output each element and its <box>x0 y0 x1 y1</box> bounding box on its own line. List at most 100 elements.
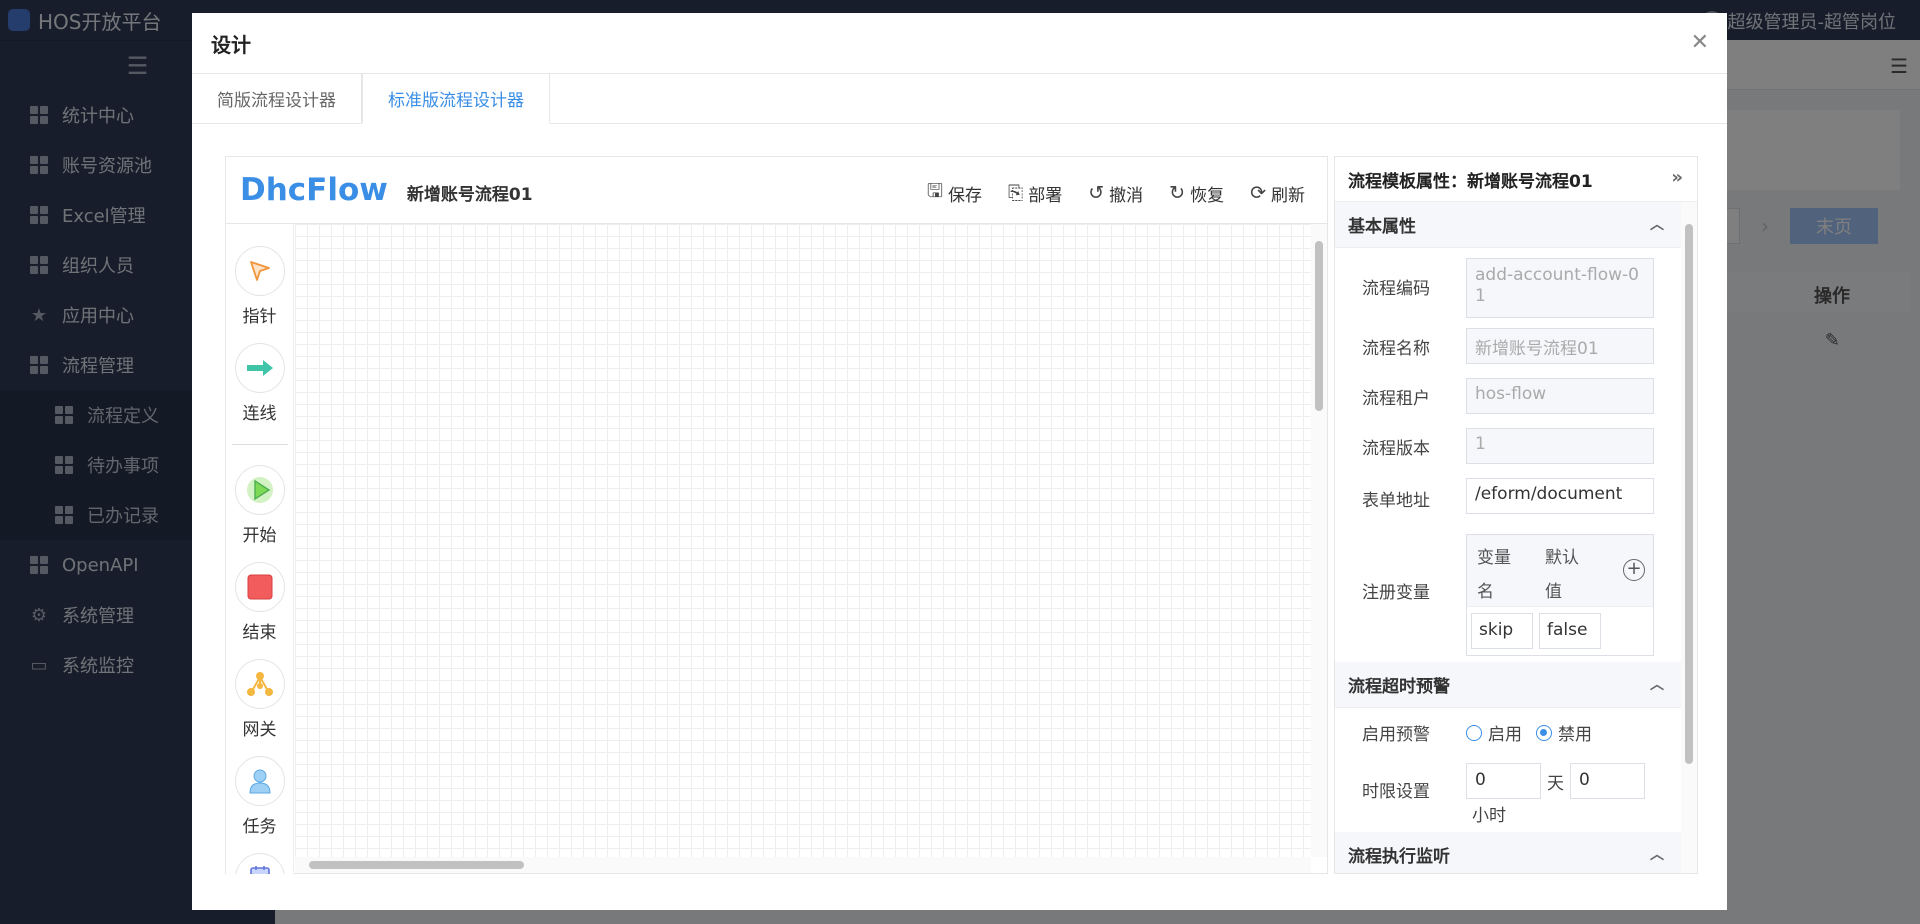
field-form-url: 表单地址 /eform/document <box>1335 478 1682 514</box>
undo-button[interactable]: ↺ 撤消 <box>1088 177 1143 209</box>
variable-default-input[interactable]: false <box>1539 613 1601 649</box>
days-input[interactable]: 0 <box>1466 763 1541 799</box>
palette-connector[interactable]: 连线 <box>226 343 293 424</box>
radio-selected-icon <box>1536 724 1552 741</box>
refresh-icon: ⟳ <box>1250 182 1266 204</box>
properties-scrollbar[interactable] <box>1681 202 1697 873</box>
scroll-thumb[interactable] <box>1315 241 1323 411</box>
flow-designer: DhcFlow 新增账号流程01 🖫 保存 ⎘ 部署 ↺ 撤消 ↻ 恢复 ⟳ 刷新 指针 <box>225 156 1328 874</box>
field-label: 流程版本 <box>1362 439 1430 459</box>
variable-row: skip false <box>1467 607 1653 655</box>
undo-label: 撤消 <box>1109 185 1144 206</box>
column-var-name: 变量名 <box>1477 548 1511 602</box>
palette-divider <box>231 444 288 445</box>
redo-button[interactable]: ↻ 恢复 <box>1169 177 1224 209</box>
field-name: 流程名称 新增账号流程01 <box>1335 328 1682 364</box>
end-icon <box>234 562 285 612</box>
deploy-icon: ⎘ <box>1008 182 1024 204</box>
tab-standard-designer[interactable]: 标准版流程设计器 <box>362 74 550 124</box>
radio-icon <box>1466 724 1482 741</box>
palette-label: 开始 <box>242 526 277 546</box>
field-code: 流程编码 add-account-flow-01 <box>1335 258 1682 318</box>
add-variable-icon[interactable]: + <box>1623 559 1645 581</box>
palette-copy[interactable]: 抄送 <box>226 853 293 874</box>
flow-name: 新增账号流程01 <box>406 184 533 205</box>
hours-unit: 小时 <box>1472 806 1506 826</box>
radio-label: 禁用 <box>1558 725 1592 745</box>
collapse-panel-icon[interactable]: » <box>1671 167 1683 188</box>
redo-icon: ↻ <box>1169 182 1186 204</box>
name-input: 新增账号流程01 <box>1466 328 1654 364</box>
section-listener[interactable]: 流程执行监听 ︿ <box>1335 832 1682 873</box>
designer-brand: DhcFlow <box>240 172 388 208</box>
field-label: 注册变量 <box>1362 583 1430 603</box>
chevron-up-icon: ︿ <box>1650 217 1664 233</box>
scroll-thumb[interactable] <box>309 861 524 869</box>
modal-header: 设计 ✕ <box>192 13 1727 74</box>
task-icon <box>234 756 285 806</box>
field-label: 启用预警 <box>1362 725 1430 745</box>
palette-start[interactable]: 开始 <box>226 465 293 546</box>
designer-tabs: 简版流程设计器 标准版流程设计器 <box>192 74 1727 124</box>
palette-task[interactable]: 任务 <box>226 756 293 837</box>
form-url-textarea[interactable]: /eform/document <box>1466 478 1654 514</box>
save-label: 保存 <box>948 185 983 206</box>
close-icon[interactable]: ✕ <box>1691 30 1709 55</box>
pointer-icon <box>234 246 285 296</box>
save-button[interactable]: 🖫 保存 <box>927 177 982 209</box>
palette-gateway[interactable]: 网关 <box>226 659 293 740</box>
field-label: 流程名称 <box>1362 339 1430 359</box>
refresh-button[interactable]: ⟳ 刷新 <box>1250 177 1305 209</box>
design-modal: 设计 ✕ 简版流程设计器 标准版流程设计器 DhcFlow 新增账号流程01 🖫… <box>192 13 1727 910</box>
deploy-button[interactable]: ⎘ 部署 <box>1008 177 1062 209</box>
hours-input[interactable]: 0 <box>1570 763 1645 799</box>
undo-icon: ↺ <box>1088 182 1105 204</box>
designer-toolbar: DhcFlow 新增账号流程01 🖫 保存 ⎘ 部署 ↺ 撤消 ↻ 恢复 ⟳ 刷新 <box>226 157 1327 224</box>
refresh-label: 刷新 <box>1271 185 1305 206</box>
palette-pointer[interactable]: 指针 <box>226 246 293 327</box>
palette-label: 指针 <box>242 307 277 327</box>
field-label: 流程租户 <box>1362 389 1430 409</box>
palette-label: 任务 <box>242 817 277 837</box>
gateway-icon <box>234 659 285 709</box>
code-input: add-account-flow-01 <box>1466 258 1654 318</box>
version-input: 1 <box>1466 428 1654 464</box>
deploy-label: 部署 <box>1028 185 1063 206</box>
days-unit: 天 <box>1547 773 1564 794</box>
section-title: 流程执行监听 <box>1348 847 1450 867</box>
scroll-thumb[interactable] <box>1685 224 1693 764</box>
field-label: 流程编码 <box>1362 279 1430 299</box>
time-limit-group: 0 天 0 小时 <box>1466 763 1645 826</box>
start-icon <box>234 465 285 515</box>
copy-icon <box>234 853 285 874</box>
field-enable-warning: 启用预警 启用 禁用 <box>1335 720 1682 745</box>
properties-title-text: 流程模板属性：新增账号流程01 <box>1348 171 1593 192</box>
column-default: 默认值 <box>1545 548 1579 602</box>
field-time-limit: 时限设置 0 天 0 小时 <box>1335 763 1682 826</box>
radio-disable[interactable]: 禁用 <box>1536 720 1592 745</box>
section-title: 流程超时预警 <box>1348 677 1450 697</box>
field-label: 时限设置 <box>1362 782 1430 802</box>
palette-end[interactable]: 结束 <box>226 562 293 643</box>
field-tenant: 流程租户 hos-flow <box>1335 378 1682 414</box>
field-version: 流程版本 1 <box>1335 428 1682 464</box>
variable-name-input[interactable]: skip <box>1471 613 1533 649</box>
palette-label: 结束 <box>242 623 277 643</box>
radio-label: 启用 <box>1488 725 1522 745</box>
tenant-input: hos-flow <box>1466 378 1654 414</box>
field-label: 表单地址 <box>1362 491 1430 511</box>
palette-label: 连线 <box>242 404 277 424</box>
properties-panel: 流程模板属性：新增账号流程01 » 基本属性 ︿ 流程编码 add-accoun… <box>1334 156 1698 874</box>
canvas-horizontal-scrollbar[interactable] <box>295 857 1311 873</box>
chevron-up-icon: ︿ <box>1650 677 1664 693</box>
modal-title: 设计 <box>211 32 251 57</box>
tab-simple-designer[interactable]: 简版流程设计器 <box>192 74 362 123</box>
node-palette: 指针 连线 开始 结束 网关 任务 <box>226 224 294 874</box>
canvas-vertical-scrollbar[interactable] <box>1311 224 1327 857</box>
section-timeout[interactable]: 流程超时预警 ︿ <box>1335 662 1682 708</box>
radio-enable[interactable]: 启用 <box>1466 720 1522 745</box>
section-basic[interactable]: 基本属性 ︿ <box>1335 202 1682 248</box>
design-canvas[interactable] <box>295 224 1311 857</box>
field-variables: 注册变量 变量名 默认值 + skip false <box>1335 534 1682 656</box>
variables-table: 变量名 默认值 + skip false <box>1466 534 1654 656</box>
